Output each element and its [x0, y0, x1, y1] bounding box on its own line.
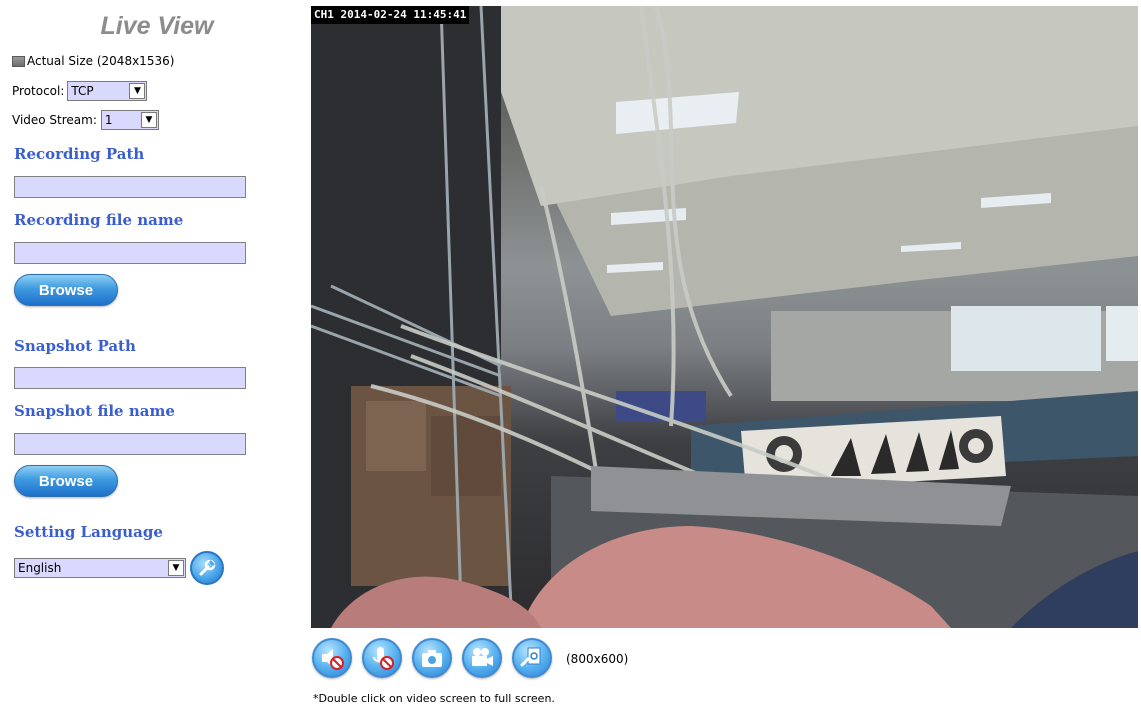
video-stream-select-value: 1: [104, 113, 113, 127]
snapshot-button[interactable]: [412, 638, 452, 678]
speaker-toggle-button[interactable]: [312, 638, 352, 678]
video-stream-row: Video Stream: 1 ▼: [12, 110, 159, 130]
fullscreen-hint: *Double click on video screen to full sc…: [313, 692, 555, 705]
language-select[interactable]: English ▼: [14, 558, 186, 578]
chevron-down-icon[interactable]: ▼: [140, 112, 157, 128]
recording-file-name-input[interactable]: [14, 242, 246, 264]
wrench-icon: [199, 559, 216, 576]
apply-language-button[interactable]: [190, 551, 224, 585]
actual-size-option[interactable]: Actual Size (2048x1536): [12, 54, 174, 68]
recording-path-label: Recording Path: [14, 145, 145, 163]
chevron-down-icon[interactable]: ▼: [129, 83, 146, 99]
video-stream-label: Video Stream:: [12, 113, 97, 127]
video-camera-icon: [472, 648, 493, 666]
snapshot-path-label: Snapshot Path: [14, 337, 136, 355]
protocol-row: Protocol: TCP ▼: [12, 81, 148, 101]
actual-size-checkbox[interactable]: [12, 55, 25, 67]
zoom-icon: [520, 647, 541, 667]
snapshot-browse-button[interactable]: Browse: [14, 465, 118, 497]
setting-language-label: Setting Language: [14, 523, 163, 541]
protocol-select[interactable]: TCP ▼: [67, 81, 148, 101]
recording-file-name-label: Recording file name: [14, 211, 184, 229]
speaker-muted-icon: [322, 649, 344, 670]
protocol-select-value: TCP: [71, 84, 94, 98]
chevron-down-icon[interactable]: ▼: [168, 560, 184, 576]
live-video-view[interactable]: CH1 2014-02-24 11:45:41: [311, 6, 1138, 628]
recording-browse-button[interactable]: Browse: [14, 274, 118, 306]
video-timestamp-overlay: CH1 2014-02-24 11:45:41: [311, 6, 470, 24]
record-button[interactable]: [462, 638, 502, 678]
video-frame-image: [311, 6, 1138, 628]
video-stream-select[interactable]: 1 ▼: [100, 110, 159, 130]
microphone-muted-icon: [373, 647, 394, 670]
resolution-label: (800x600): [566, 652, 629, 666]
page-title: Live View: [100, 12, 214, 40]
snapshot-path-input[interactable]: [14, 367, 246, 389]
protocol-label: Protocol:: [12, 84, 65, 98]
digital-zoom-button[interactable]: [512, 638, 552, 678]
language-select-value: English: [18, 561, 62, 575]
snapshot-file-name-label: Snapshot file name: [14, 402, 175, 420]
recording-path-input[interactable]: [14, 176, 246, 198]
camera-icon: [422, 650, 442, 667]
snapshot-file-name-input[interactable]: [14, 433, 246, 455]
actual-size-label: Actual Size (2048x1536): [27, 54, 175, 68]
microphone-toggle-button[interactable]: [362, 638, 402, 678]
